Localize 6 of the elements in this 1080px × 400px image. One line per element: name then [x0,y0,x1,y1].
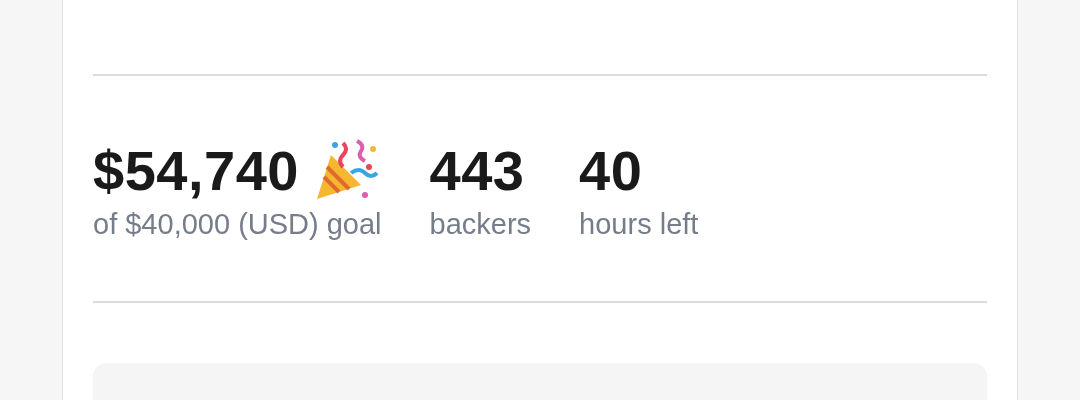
stat-label: hours left [579,208,699,241]
stat-value: $54,740 [93,137,299,203]
stat-label: of $40,000 (USD) goal [93,208,382,241]
stat-label: backers [429,208,532,241]
stat-value: 40 [579,137,643,203]
stat-value: 443 [429,137,525,203]
